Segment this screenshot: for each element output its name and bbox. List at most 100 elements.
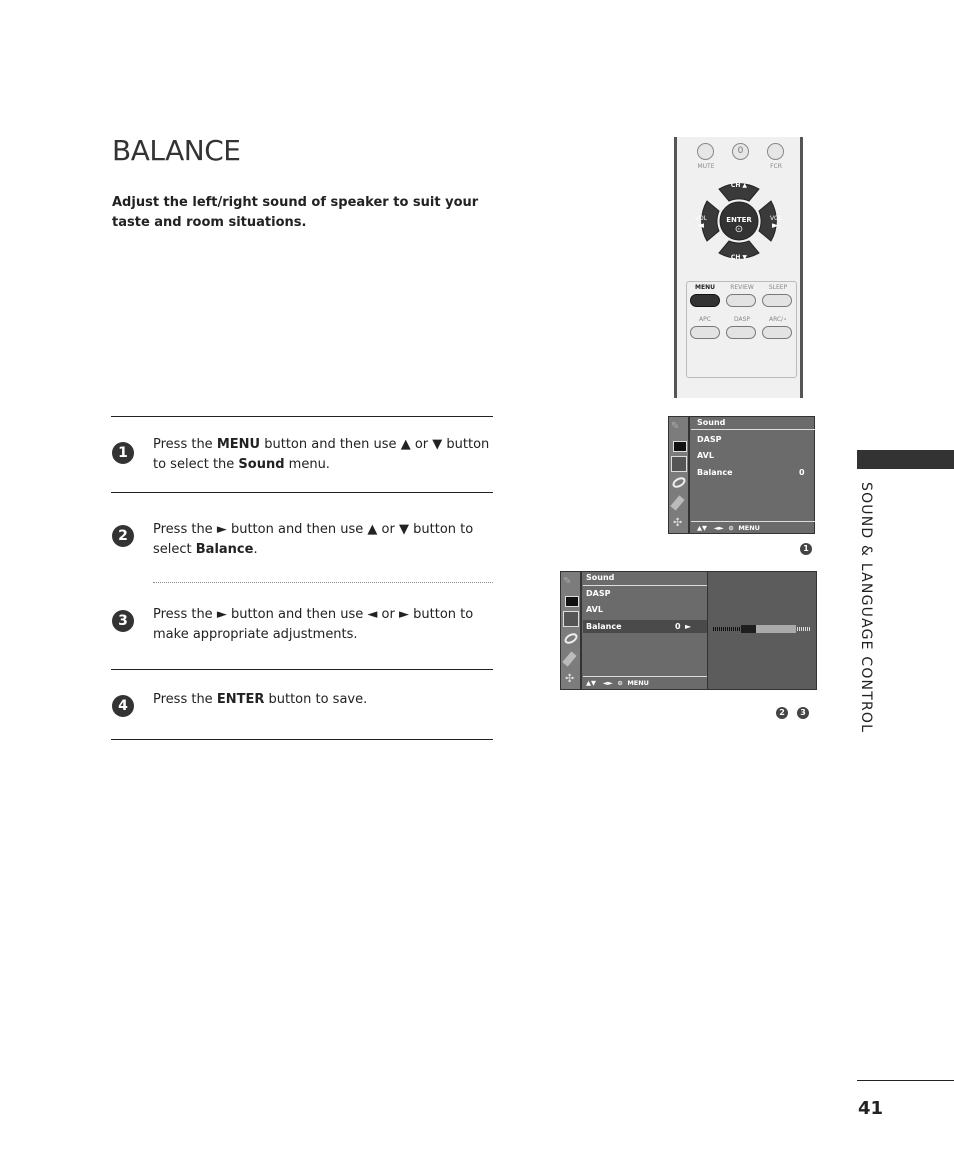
- updown-icon: ▲▼: [697, 524, 707, 532]
- apc-label: APC: [699, 316, 711, 323]
- ch-up-label: CH ▲: [730, 182, 748, 189]
- right-arrow-icon: ►: [685, 622, 692, 631]
- divider: [111, 669, 493, 670]
- dotted-divider: [153, 582, 493, 583]
- arc-label: ARC/⋆: [769, 316, 787, 323]
- option-icon: [670, 495, 685, 511]
- step-text-part: ▲: [400, 437, 411, 452]
- step-text-part: button and then use: [260, 437, 401, 452]
- step-keyword: Balance: [195, 541, 254, 557]
- enter-label: ENTER: [726, 216, 752, 224]
- dasp-label: DASP: [733, 316, 751, 323]
- step-2-number: 2: [112, 525, 134, 547]
- remote-button-panel: MENU REVIEW SLEEP APC DASP ARC/⋆: [686, 281, 797, 378]
- step-text-part: menu.: [284, 456, 330, 472]
- step-keyword: Sound: [238, 456, 285, 472]
- time-icon: [562, 631, 580, 646]
- page-number: 41: [858, 1098, 884, 1119]
- step-text-part: ►: [216, 522, 227, 537]
- option-icon: [562, 651, 577, 667]
- vol-left-arrow-icon: ◄: [697, 221, 704, 231]
- sleep-button[interactable]: [762, 294, 792, 307]
- osd-item-avl[interactable]: AVL: [697, 451, 714, 460]
- osd-menu-balance: ✎ ✣ Sound DASP AVL Balance 0 ► ▲▼ ◄► ⊙ M…: [560, 571, 709, 690]
- divider: [111, 416, 493, 417]
- osd-sidebar: ✎ ✣: [561, 572, 582, 689]
- menu-hint: MENU: [738, 524, 760, 532]
- osd-item-dasp[interactable]: DASP: [586, 589, 610, 598]
- page-title: BALANCE: [112, 134, 241, 167]
- review-button[interactable]: [726, 294, 756, 307]
- osd-balance-value: 0: [675, 622, 681, 631]
- picture-icon: [673, 441, 687, 452]
- step-4-text: Press the ENTER button to save.: [153, 690, 498, 710]
- step-text-part: ▼: [399, 522, 409, 537]
- step-keyword: ENTER: [216, 692, 265, 707]
- osd2-step-badge-2: 2: [776, 707, 788, 719]
- step-text-part: button to save.: [264, 692, 368, 707]
- step-text-part: or: [410, 437, 433, 452]
- step-4-number: 4: [112, 695, 134, 717]
- menu-hint: MENU: [627, 679, 649, 687]
- osd-menu-sound: ✎ ✣ Sound DASP AVL Balance 0 ▲▼ ◄► ⊙ MEN…: [668, 416, 815, 534]
- section-tab-label: SOUND & LANGUAGE CONTROL: [858, 482, 874, 734]
- sound-icon: [563, 611, 579, 627]
- step-text-part: button and then use: [226, 607, 368, 622]
- balance-ticks-left: [713, 627, 741, 631]
- step-text-part: ▼: [432, 437, 443, 452]
- zero-button[interactable]: 0: [732, 143, 749, 160]
- fcr-label: FCR: [770, 163, 782, 170]
- step-text-part: ▲: [367, 522, 378, 537]
- sleep-label: SLEEP: [768, 284, 788, 291]
- step-3-text: Press the ► button and then use ◄ or ► b…: [153, 605, 498, 644]
- step-text-part: Press the: [153, 692, 217, 707]
- picture-icon: [565, 596, 579, 607]
- osd-footer: ▲▼ ◄► ⊙ MENU: [586, 679, 649, 687]
- step-text-part: or: [377, 522, 399, 537]
- arc-button[interactable]: [762, 326, 792, 339]
- osd-item-balance[interactable]: Balance: [697, 468, 733, 477]
- step-1-number: 1: [112, 442, 134, 464]
- osd-item-avl[interactable]: AVL: [586, 605, 603, 614]
- step-text-part: button and then use: [226, 522, 368, 537]
- lock-icon: ✣: [565, 672, 575, 685]
- step-text-part: or: [377, 607, 399, 622]
- step-text-part: .: [253, 541, 258, 557]
- osd-separator: [583, 585, 707, 586]
- step-keyword: MENU: [216, 437, 261, 452]
- fcr-button[interactable]: [767, 143, 784, 160]
- ok-icon: ⊙: [617, 679, 623, 687]
- osd-footer: ▲▼ ◄► ⊙ MENU: [697, 524, 760, 532]
- step-text-part: Press the: [153, 437, 217, 452]
- divider: [111, 739, 493, 740]
- balance-slider[interactable]: [713, 625, 811, 633]
- osd-header: Sound: [586, 573, 615, 582]
- intro-text: Adjust the left/right sound of speaker t…: [112, 195, 479, 230]
- step-text-part: Press the: [153, 607, 217, 622]
- step-text-part: ◄: [367, 607, 378, 622]
- divider: [111, 492, 493, 493]
- step-1-text: Press the MENU button and then use ▲ or …: [153, 435, 498, 474]
- leftright-icon: ◄►: [602, 679, 613, 687]
- step-text-part: ►: [216, 607, 227, 622]
- menu-label: MENU: [695, 284, 715, 291]
- osd-item-balance: Balance: [586, 622, 622, 631]
- remote-control: 0 MUTE FCR CH ▲ CH ▼ VOL ◄ VOL ► ENTER ⊙…: [674, 137, 803, 398]
- updown-icon: ▲▼: [586, 679, 596, 687]
- setup-icon: ✎: [671, 421, 680, 432]
- osd-separator: [691, 429, 815, 430]
- osd-separator: [691, 521, 815, 522]
- step-text-part: Press the: [153, 522, 217, 537]
- osd-item-dasp[interactable]: DASP: [697, 435, 721, 444]
- balance-ticks-right: [797, 627, 810, 631]
- mute-button[interactable]: [697, 143, 714, 160]
- apc-button[interactable]: [690, 326, 720, 339]
- balance-adjust-panel: [707, 571, 817, 690]
- dasp-button[interactable]: [726, 326, 756, 339]
- setup-icon: ✎: [563, 576, 572, 587]
- menu-button[interactable]: [690, 294, 720, 307]
- footer-divider: [857, 1080, 954, 1081]
- time-icon: [670, 475, 688, 490]
- step-2-text: Press the ► button and then use ▲ or ▼ b…: [153, 520, 498, 559]
- osd-sidebar: ✎ ✣: [669, 417, 690, 533]
